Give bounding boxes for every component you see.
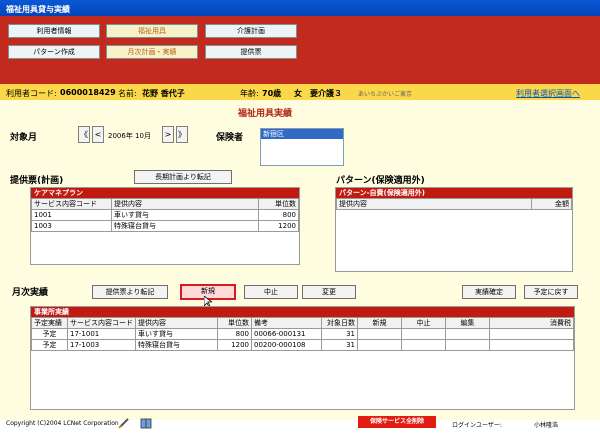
book-icon[interactable]: [140, 417, 152, 429]
office-name: あいちぶかいご東京: [358, 91, 413, 98]
care-manager-plan-title: ケアマネプラン: [31, 188, 299, 198]
plan-header-code: サービス内容コード: [31, 198, 112, 210]
prev-month-button[interactable]: <: [92, 126, 104, 143]
actual-cell-tax: [489, 328, 574, 340]
insurer-label: 保険者: [216, 133, 244, 143]
plan-table: サービス内容コード 提供内容 単位数 1001 車いす貸与 800 1003 特…: [31, 198, 299, 232]
actual-header-content: 提供内容: [135, 317, 218, 329]
actual-cell-days: 31: [321, 339, 358, 351]
actual-header-code: サービス内容コード: [67, 317, 136, 329]
user-name-label: 名前:: [118, 89, 137, 98]
actual-header-days: 対象日数: [321, 317, 358, 329]
actual-header-tax: 消費税: [489, 317, 574, 329]
user-code-label: 利用者コード:: [6, 89, 57, 98]
actual-cell-new[interactable]: [357, 328, 402, 340]
nav-service-slip-button[interactable]: 提供票: [205, 45, 297, 59]
plan-cell-content: 特殊寝台貸与: [111, 220, 259, 232]
pen-icon[interactable]: [118, 417, 130, 429]
user-age: 70歳: [262, 89, 282, 98]
plan-cell-code: 1003: [31, 220, 112, 232]
transfer-long-term-plan-button[interactable]: 長期計画より転記: [134, 170, 232, 184]
nav-monthly-button[interactable]: 月次計画・実績: [106, 45, 198, 59]
plan-cell-code: 1001: [31, 209, 112, 221]
cancel-button[interactable]: 中止: [244, 285, 298, 299]
month-value: 2006年 10月: [108, 132, 151, 140]
table-row[interactable]: 1003 特殊寝台貸与 1200: [31, 220, 299, 232]
copyright-text: Copyright (C)2004 LCNet Corporation: [6, 420, 119, 427]
actual-cell-note: 00200-000108: [251, 339, 322, 351]
monthly-label: 月次実績: [12, 288, 49, 298]
pattern-panel: パターン-自費(保険適用外) 提供内容 金額: [335, 187, 573, 272]
actual-cell-cancel[interactable]: [401, 328, 446, 340]
revert-to-plan-button[interactable]: 予定に戻す: [524, 285, 578, 299]
nav-welfare-equipment-button[interactable]: 福祉用具: [106, 24, 198, 38]
plan-label: 提供票(計画): [10, 176, 64, 186]
plan-header-units: 単位数: [258, 198, 299, 210]
login-user-name: 小林隆浩: [534, 422, 559, 429]
actual-cell-content: 車いす貸与: [135, 328, 218, 340]
care-manager-plan-panel: ケアマネプラン サービス内容コード 提供内容 単位数 1001 車いす貸与 80…: [30, 187, 300, 265]
table-row[interactable]: 1001 車いす貸与 800: [31, 209, 299, 221]
actual-cell-kind: 予定: [31, 328, 68, 340]
office-actual-panel: 事業所実績 予定実績 サービス内容コード 提供内容 単位数 備考 対象日数 新規…: [30, 306, 575, 410]
pattern-label: パターン(保険適用外): [336, 176, 425, 186]
last-month-button[interactable]: 》: [176, 126, 188, 143]
plan-cell-units: 800: [258, 209, 299, 221]
plan-header-content: 提供内容: [111, 198, 259, 210]
user-select-link[interactable]: 利用者選択画面へ: [516, 88, 580, 99]
insurer-listbox[interactable]: 新宿区: [260, 128, 344, 166]
actual-cell-note: 00066-000131: [251, 328, 322, 340]
user-care-level: 要介護３: [310, 89, 342, 98]
actual-cell-cancel[interactable]: [401, 339, 446, 351]
pattern-panel-title: パターン-自費(保険適用外): [336, 188, 572, 198]
actual-cell-units: 800: [217, 328, 252, 340]
nav-panel: 利用者情報 福祉用具 介護計画 パターン作成 月次計画・実績 提供票: [0, 16, 600, 84]
insurer-selected-item[interactable]: 新宿区: [261, 129, 343, 139]
user-name: 花野 香代子: [142, 89, 185, 98]
actual-cell-edit[interactable]: [445, 328, 490, 340]
actual-cell-days: 31: [321, 328, 358, 340]
actual-header-new: 新規: [357, 317, 402, 329]
actual-cell-code: 17-1003: [67, 339, 136, 351]
actual-header-units: 単位数: [217, 317, 252, 329]
actual-header-cancel: 中止: [401, 317, 446, 329]
user-age-label: 年齢:: [240, 89, 259, 98]
actual-cell-new[interactable]: [357, 339, 402, 351]
actual-cell-units: 1200: [217, 339, 252, 351]
first-month-button[interactable]: 《: [78, 126, 90, 143]
delete-all-insurance-services-button[interactable]: 保険サービス全削除: [358, 416, 436, 428]
change-button[interactable]: 変更: [302, 285, 356, 299]
nav-user-info-button[interactable]: 利用者情報: [8, 24, 100, 38]
actual-header-edit: 編集: [445, 317, 490, 329]
user-sex: 女: [294, 89, 302, 98]
actual-cell-edit[interactable]: [445, 339, 490, 351]
confirm-actual-button[interactable]: 実績確定: [462, 285, 516, 299]
login-user-label: ログインユーザー:: [452, 422, 502, 429]
actual-header-kind: 予定実績: [31, 317, 68, 329]
window-title: 福祉用具貸与実績: [0, 0, 600, 16]
actual-table: 予定実績 サービス内容コード 提供内容 単位数 備考 対象日数 新規 中止 編集…: [31, 317, 574, 351]
actual-cell-code: 17-1001: [67, 328, 136, 340]
actual-header-note: 備考: [251, 317, 322, 329]
actual-cell-kind: 予定: [31, 339, 68, 351]
pattern-header-amount: 金額: [531, 198, 572, 210]
plan-cell-content: 車いす貸与: [111, 209, 259, 221]
nav-pattern-button[interactable]: パターン作成: [8, 45, 100, 59]
next-month-button[interactable]: >: [162, 126, 174, 143]
nav-care-plan-button[interactable]: 介護計画: [205, 24, 297, 38]
transfer-from-slip-button[interactable]: 提供票より転記: [92, 285, 168, 299]
user-code: 0600018429: [60, 88, 116, 97]
table-row[interactable]: 予定 17-1003 特殊寝台貸与 1200 00200-000108 31: [31, 339, 574, 351]
actual-cell-tax: [489, 339, 574, 351]
office-actual-title: 事業所実績: [31, 307, 574, 317]
target-month-label: 対象月: [10, 133, 38, 143]
actual-cell-content: 特殊寝台貸与: [135, 339, 218, 351]
section-title: 福祉用具実績: [238, 109, 293, 119]
plan-cell-units: 1200: [258, 220, 299, 232]
pattern-table: 提供内容 金額: [336, 198, 572, 210]
table-row[interactable]: 予定 17-1001 車いす貸与 800 00066-000131 31: [31, 328, 574, 340]
pattern-header-content: 提供内容: [336, 198, 532, 210]
